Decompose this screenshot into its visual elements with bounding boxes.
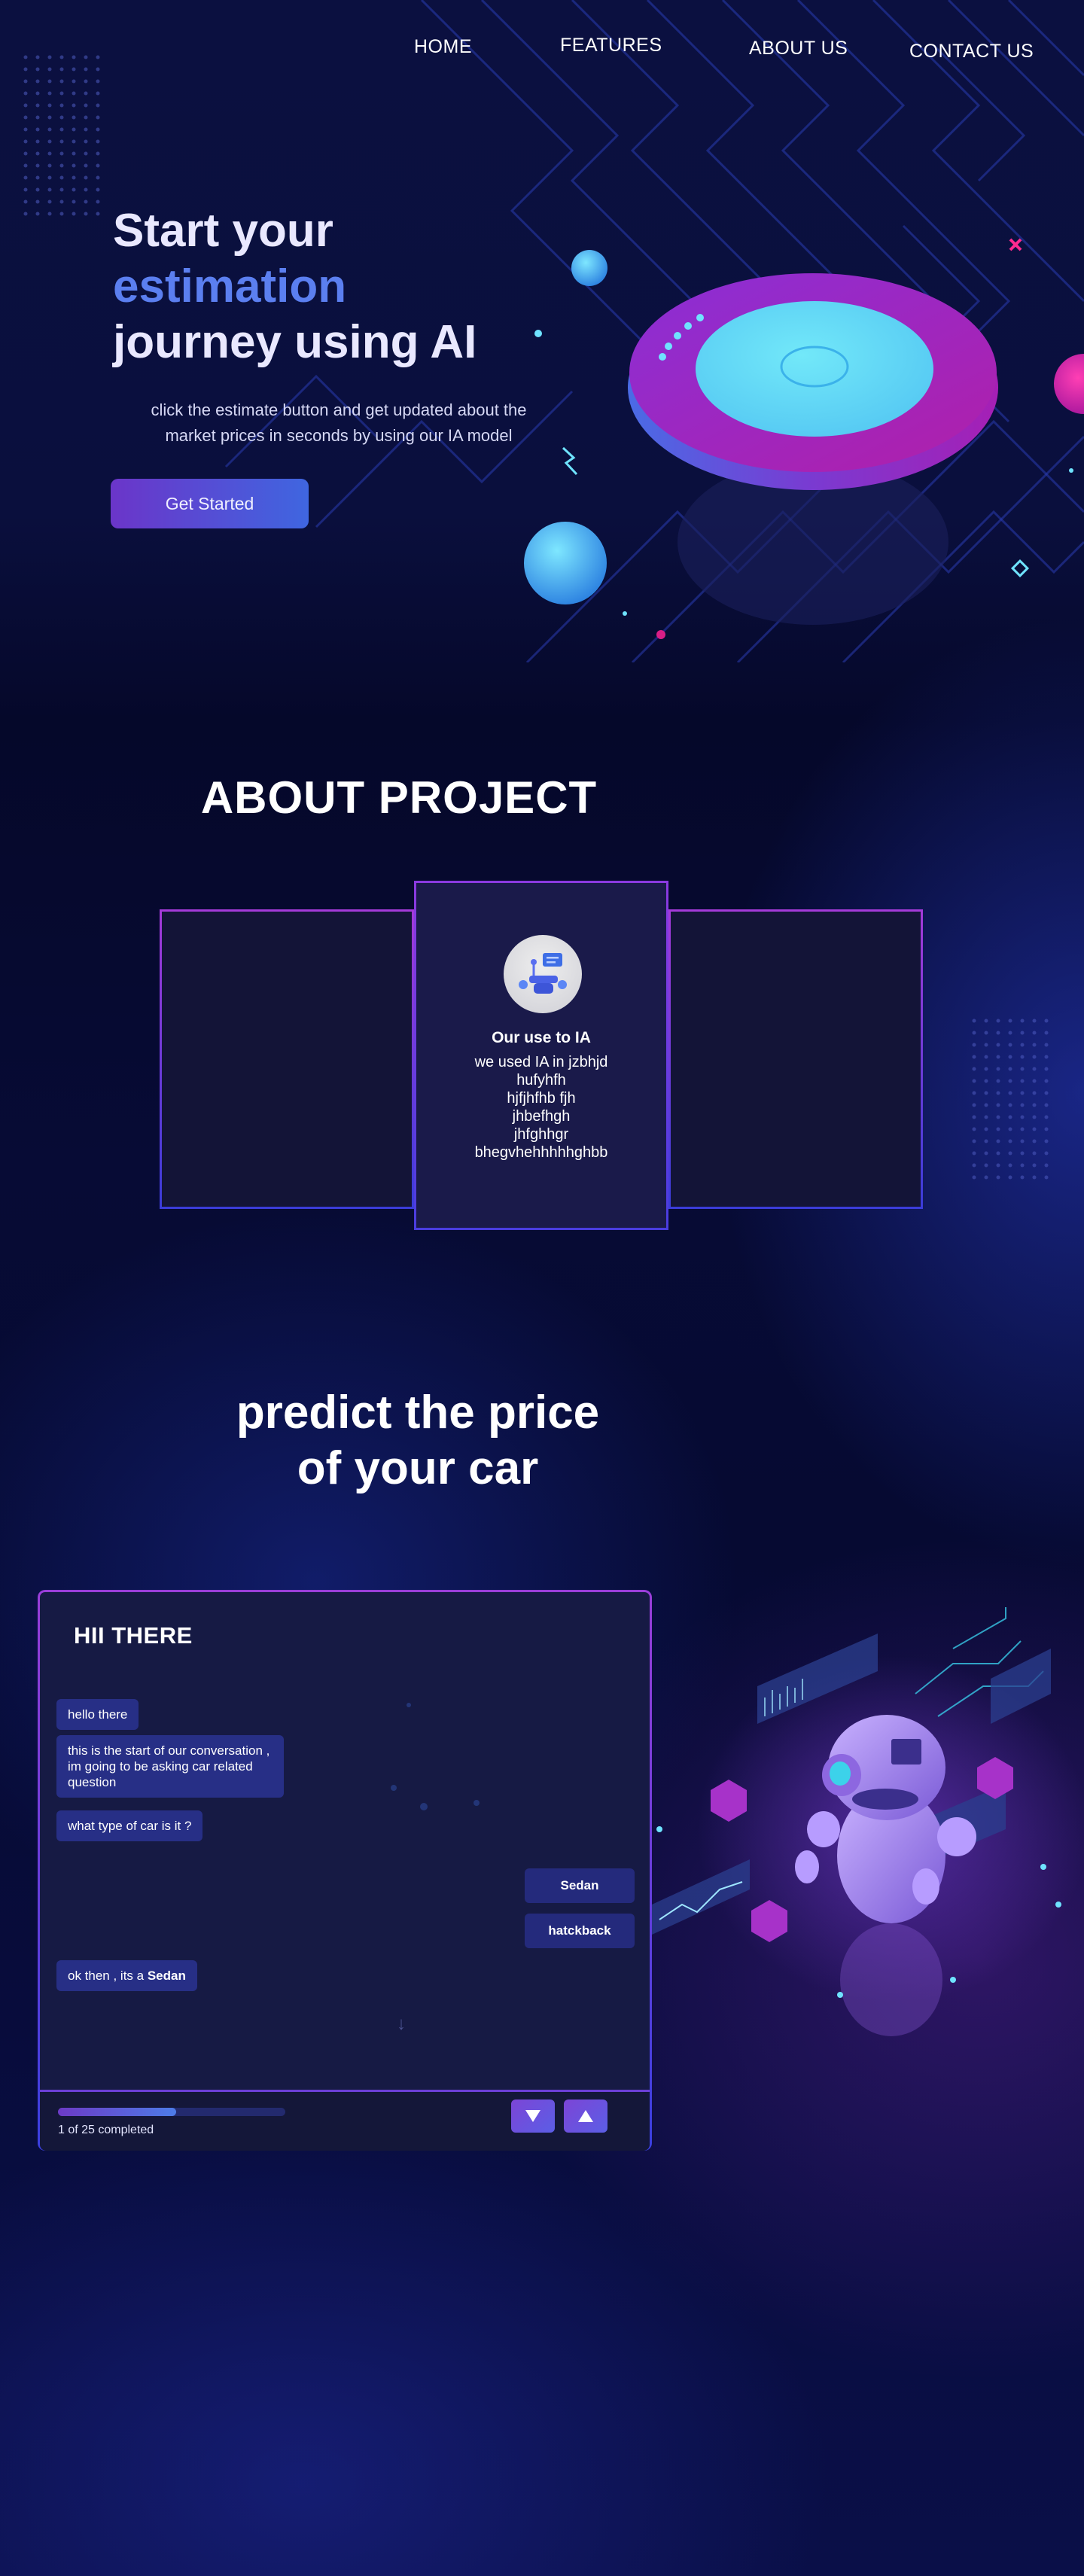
about-section-title: ABOUT PROJECT: [200, 772, 598, 823]
hero-subtitle: click the estimate button and get update…: [113, 397, 565, 449]
about-card-line: we used IA in jzbhjd: [474, 1054, 608, 1070]
predict-title-line1: predict the price: [236, 1387, 600, 1439]
hero-title-line3: journey using AI: [113, 316, 477, 368]
progress-text: 1 of 25 completed: [58, 2124, 154, 2136]
arrow-down-icon[interactable]: ↓: [397, 2014, 406, 2035]
about-card-center[interactable]: Our use to IA we used IA in jzbhjd hufyh…: [414, 881, 668, 1230]
about-card-line: jhfghhgr: [513, 1126, 569, 1143]
next-question-button[interactable]: [511, 2099, 555, 2133]
chat-message-bot: what type of car is it ?: [56, 1810, 203, 1841]
chat-message-highlight: Sedan: [147, 1969, 186, 1983]
hero-title: Start your estimation journey using AI: [113, 203, 580, 370]
hero-title-line1: Start your: [113, 205, 333, 257]
decorative-dot-grid: [972, 1019, 1049, 1180]
chat-message-bot: this is the start of our conversation , …: [56, 1735, 284, 1798]
ai-chip-icon: [504, 935, 582, 1013]
nav-about-link[interactable]: ABOUT US: [749, 38, 848, 59]
get-started-button[interactable]: Get Started: [111, 479, 309, 528]
about-card-right[interactable]: [668, 909, 923, 1209]
chatbot-panel: HII THERE hello there this is the start …: [38, 1590, 652, 2151]
previous-question-button[interactable]: [564, 2099, 607, 2133]
hero-subtitle-line1: click the estimate button and get update…: [151, 400, 527, 419]
progress-bar: [58, 2108, 285, 2116]
triangle-down-icon: [525, 2110, 540, 2122]
about-card-body: we used IA in jzbhjd hufyhfh hjfjhfhb fj…: [416, 1053, 666, 1162]
chat-message-bot: ok then , its a Sedan: [56, 1960, 197, 1991]
chat-message-text: ok then , its a: [68, 1969, 148, 1983]
chat-option-sedan[interactable]: Sedan: [525, 1868, 635, 1903]
about-card-line: bhegvhehhhhhghbb: [474, 1144, 608, 1161]
about-card-left[interactable]: [160, 909, 414, 1209]
nav-home-link[interactable]: HOME: [414, 36, 472, 58]
hero-title-line2: estimation: [113, 260, 347, 312]
about-card-line: hjfjhfhb fjh: [507, 1090, 576, 1107]
about-card-line: jhbefhgh: [512, 1108, 571, 1125]
progress-bar-fill: [58, 2108, 177, 2116]
nav-contact-link[interactable]: CONTACT US: [909, 41, 1034, 62]
predict-section-title: predict the price of your car: [173, 1385, 662, 1497]
triangle-up-icon: [578, 2110, 593, 2122]
about-card-line: hufyhfh: [516, 1072, 566, 1089]
nav-features-link[interactable]: FEATURES: [560, 35, 662, 56]
chat-footer: 1 of 25 completed: [40, 2090, 650, 2151]
chat-message-bot: hello there: [56, 1699, 139, 1730]
robot-illustration: [652, 1607, 1084, 2036]
chat-option-hatchback[interactable]: hatckback: [525, 1914, 635, 1948]
hero-subtitle-line2: market prices in seconds by using our IA…: [165, 426, 513, 445]
about-card-title: Our use to IA: [492, 1029, 591, 1046]
predict-title-line2: of your car: [297, 1442, 539, 1494]
